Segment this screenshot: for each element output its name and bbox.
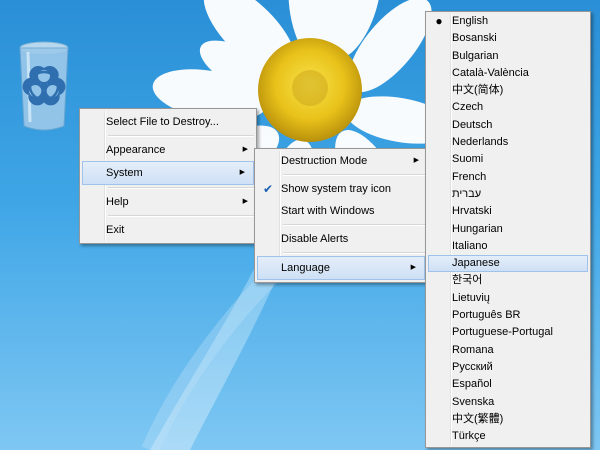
- exit-menu-item[interactable]: Exit: [80, 219, 256, 241]
- language-option-label: French: [452, 170, 487, 183]
- checkmark-icon: ✔: [262, 182, 274, 196]
- language-option-hungarian[interactable]: Hungarian: [426, 221, 590, 238]
- language-option-italiano[interactable]: Italiano: [426, 238, 590, 255]
- language-option-japanese[interactable]: Japanese: [428, 255, 588, 273]
- language-option-label: English: [452, 15, 489, 27]
- language-option-label: Bulgarian: [452, 49, 499, 62]
- language-option-label: Suomi: [452, 153, 484, 166]
- language-option-label: Portuguese-Portugal: [452, 326, 553, 339]
- language-option-nederlands[interactable]: Nederlands: [426, 134, 590, 151]
- language-option-label: Português BR: [452, 309, 521, 322]
- language-label: Language: [281, 262, 330, 274]
- language-option-chinese-traditional[interactable]: 中文(繁體): [426, 411, 590, 428]
- language-option-korean[interactable]: 한국어: [426, 272, 590, 289]
- destruction-mode-label: Destruction Mode: [281, 155, 368, 167]
- language-option-portugues-br[interactable]: Português BR: [426, 307, 590, 324]
- submenu-arrow-icon: ▶: [242, 146, 248, 153]
- language-option-romana[interactable]: Romana: [426, 342, 590, 359]
- biohazard-recycle-bin-icon: [19, 41, 69, 131]
- menu-separator: [108, 135, 254, 137]
- destruction-mode-menu-item[interactable]: Destruction Mode ▶: [255, 150, 427, 172]
- language-option-label: Hrvatski: [452, 205, 492, 218]
- language-option-english[interactable]: ● English: [426, 13, 590, 30]
- submenu-arrow-icon: ▶: [410, 264, 416, 271]
- language-option-label: Español: [452, 378, 492, 391]
- language-option-label: Romana: [452, 343, 494, 356]
- menu-separator: [283, 252, 425, 254]
- language-option-suomi[interactable]: Suomi: [426, 151, 590, 168]
- system-menu-item[interactable]: System ▶: [82, 161, 254, 185]
- language-option-label: Svenska: [452, 395, 495, 408]
- language-option-deutsch[interactable]: Deutsch: [426, 117, 590, 134]
- language-option-russian[interactable]: Русский: [426, 359, 590, 376]
- select-file-menu-item[interactable]: Select File to Destroy...: [80, 111, 256, 133]
- language-option-label: Nederlands: [452, 136, 509, 149]
- main-context-menu: Select File to Destroy... Appearance ▶ S…: [79, 108, 257, 244]
- language-option-turkce[interactable]: Türkçe: [426, 428, 590, 445]
- language-option-label: Hungarian: [452, 222, 503, 235]
- menu-separator: [283, 224, 425, 226]
- language-option-label: 한국어: [452, 274, 483, 287]
- appearance-label: Appearance: [106, 144, 166, 156]
- language-option-chinese-simplified[interactable]: 中文(简体): [426, 82, 590, 99]
- recycle-bin-desktop-icon[interactable]: [14, 38, 74, 138]
- language-option-label: Català-València: [452, 66, 529, 79]
- start-with-windows-label: Start with Windows: [281, 205, 375, 217]
- language-option-label: Japanese: [452, 257, 500, 270]
- language-option-bosanski[interactable]: Bosanski: [426, 30, 590, 47]
- appearance-menu-item[interactable]: Appearance ▶: [80, 139, 256, 161]
- language-option-espanol[interactable]: Español: [426, 376, 590, 393]
- help-menu-item[interactable]: Help ▶: [80, 191, 256, 213]
- language-option-label: עברית: [452, 187, 482, 200]
- select-file-label: Select File to Destroy...: [106, 116, 219, 128]
- language-option-portuguese-portugal[interactable]: Portuguese-Portugal: [426, 324, 590, 341]
- selected-bullet-icon: ●: [435, 14, 443, 28]
- submenu-arrow-icon: ▶: [413, 157, 419, 164]
- language-option-label: Czech: [452, 101, 484, 114]
- language-menu-item[interactable]: Language ▶: [257, 256, 425, 280]
- language-submenu: ● English Bosanski Bulgarian Català-Valè…: [425, 11, 591, 449]
- language-option-svenska[interactable]: Svenska: [426, 394, 590, 411]
- disable-alerts-menu-item[interactable]: Disable Alerts: [255, 228, 427, 250]
- system-label: System: [106, 167, 143, 179]
- language-option-czech[interactable]: Czech: [426, 99, 590, 116]
- language-option-label: 中文(简体): [452, 84, 504, 97]
- disable-alerts-label: Disable Alerts: [281, 233, 349, 245]
- menu-separator: [108, 187, 254, 189]
- language-option-label: Türkçe: [452, 430, 486, 443]
- menu-separator: [108, 215, 254, 217]
- show-tray-icon-menu-item[interactable]: ✔ Show system tray icon: [255, 178, 427, 200]
- menu-separator: [283, 174, 425, 176]
- language-option-french[interactable]: French: [426, 169, 590, 186]
- start-with-windows-menu-item[interactable]: Start with Windows: [255, 200, 427, 222]
- language-option-label: Русский: [452, 360, 493, 373]
- language-option-label: Bosanski: [452, 32, 497, 45]
- show-tray-icon-label: Show system tray icon: [281, 183, 392, 195]
- language-option-catala[interactable]: Català-València: [426, 65, 590, 82]
- language-option-label: Deutsch: [452, 118, 493, 131]
- language-option-bulgarian[interactable]: Bulgarian: [426, 48, 590, 65]
- language-option-label: 中文(繁體): [452, 412, 504, 425]
- language-option-label: Lietuvių: [452, 291, 490, 304]
- language-option-lietuviu[interactable]: Lietuvių: [426, 290, 590, 307]
- language-option-hrvatski[interactable]: Hrvatski: [426, 203, 590, 220]
- submenu-arrow-icon: ▶: [242, 198, 248, 205]
- submenu-arrow-icon: ▶: [239, 169, 245, 176]
- help-label: Help: [106, 196, 129, 208]
- language-option-label: Italiano: [452, 239, 488, 252]
- system-submenu: Destruction Mode ▶ ✔ Show system tray ic…: [254, 148, 428, 283]
- exit-label: Exit: [106, 224, 125, 236]
- language-option-hebrew[interactable]: עברית: [426, 186, 590, 203]
